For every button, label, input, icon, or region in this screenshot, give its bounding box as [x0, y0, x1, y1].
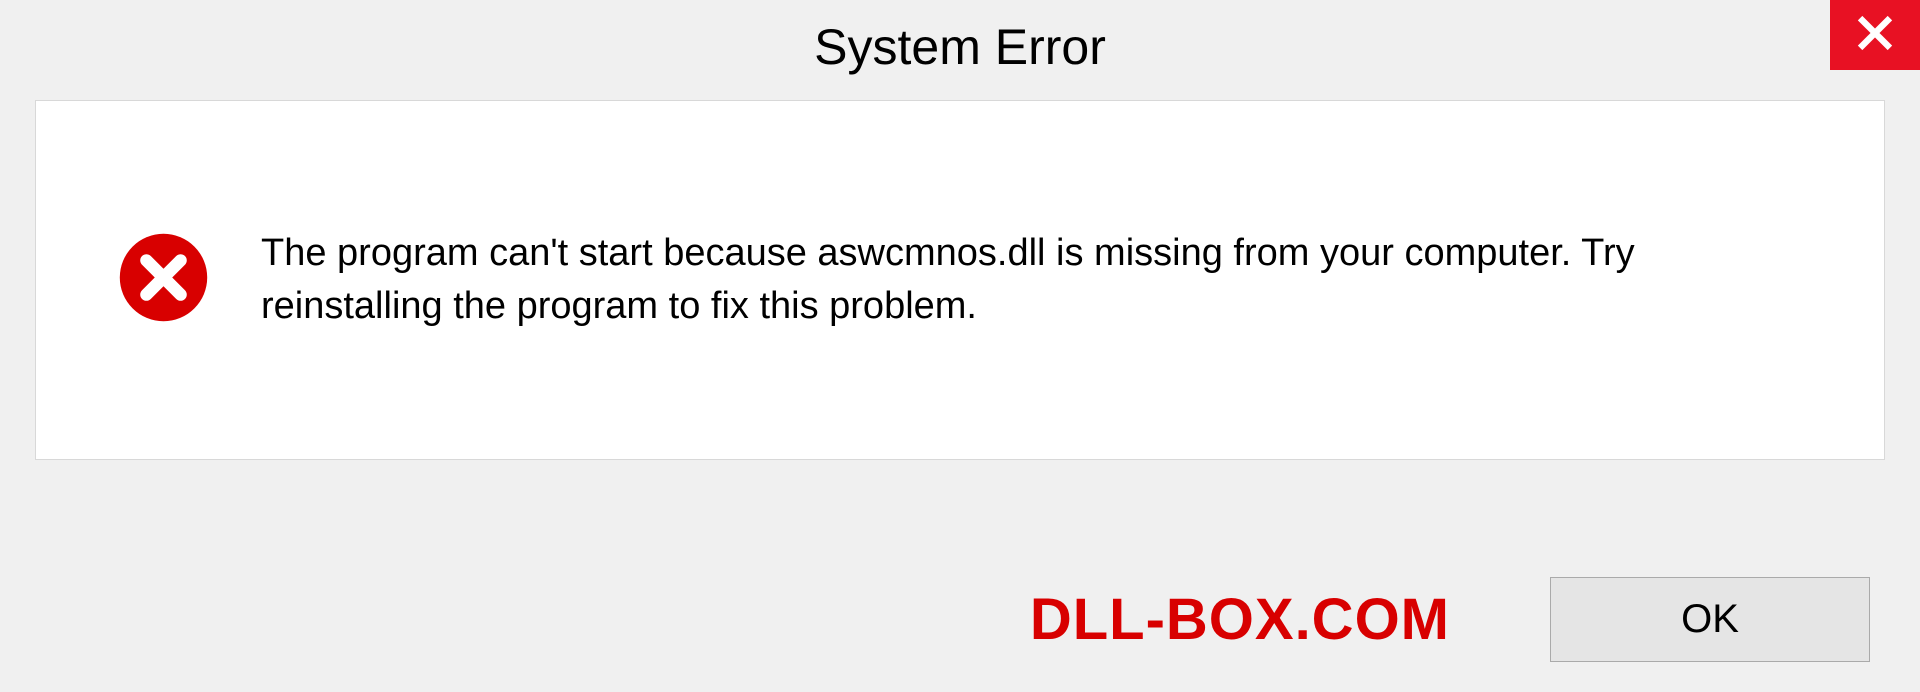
close-button[interactable]	[1830, 0, 1920, 70]
ok-button[interactable]: OK	[1550, 577, 1870, 662]
error-icon	[116, 230, 211, 330]
dialog-footer: DLL-BOX.COM OK	[0, 577, 1920, 662]
dialog-title: System Error	[814, 18, 1106, 76]
brand-label: DLL-BOX.COM	[1030, 586, 1450, 653]
error-message: The program can't start because aswcmnos…	[261, 227, 1824, 333]
close-icon	[1856, 14, 1894, 57]
titlebar: System Error	[0, 0, 1920, 100]
content-panel: The program can't start because aswcmnos…	[35, 100, 1885, 460]
